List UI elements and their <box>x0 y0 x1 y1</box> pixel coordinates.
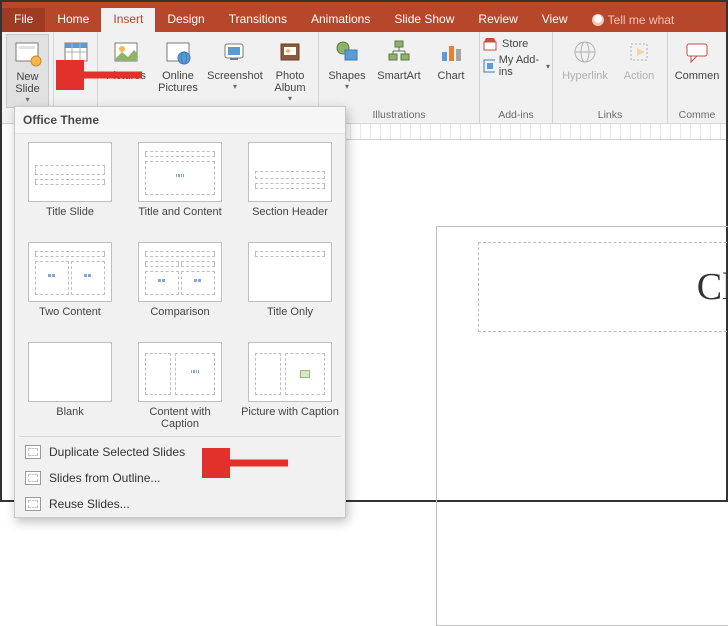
outline-label: Slides from Outline... <box>49 471 160 485</box>
layout-title-slide[interactable]: Title Slide <box>15 134 125 234</box>
layout-title-only[interactable]: Title Only <box>235 234 345 334</box>
addins-icon <box>482 58 495 74</box>
layout-label: Section Header <box>241 206 339 232</box>
tab-slideshow[interactable]: Slide Show <box>382 8 466 32</box>
layout-picture-with-caption[interactable]: Picture with Caption <box>235 334 345 434</box>
new-slide-icon <box>12 37 44 69</box>
dropdown-header: Office Theme <box>15 107 345 134</box>
layout-two-content[interactable]: Two Content <box>15 234 125 334</box>
my-addins-label: My Add-ins <box>499 54 542 78</box>
online-pictures-button[interactable]: Online Pictures <box>152 34 204 96</box>
photo-album-button[interactable]: Photo Album ▾ <box>266 34 314 106</box>
action-button[interactable]: Action <box>615 34 663 84</box>
outline-icon <box>25 471 41 485</box>
title-placeholder[interactable]: Click t <box>478 242 728 332</box>
duplicate-label: Duplicate Selected Slides <box>49 445 185 459</box>
new-slide-dropdown: Office Theme Title Slide Title and Conte… <box>14 106 346 518</box>
comment-icon <box>681 36 713 68</box>
tell-me-label: Tell me what <box>608 13 675 27</box>
tab-design[interactable]: Design <box>155 8 216 32</box>
hyperlink-button[interactable]: Hyperlink <box>557 34 613 84</box>
photo-album-icon <box>274 36 306 68</box>
smartart-label: SmartArt <box>377 70 420 82</box>
tell-me-search[interactable]: Tell me what <box>586 8 681 32</box>
hyperlink-label: Hyperlink <box>562 70 608 82</box>
group-addins-label: Add-ins <box>480 109 552 123</box>
layout-title-and-content[interactable]: Title and Content <box>125 134 235 234</box>
store-button[interactable]: Store <box>482 36 550 52</box>
my-addins-button[interactable]: My Add-ins ▾ <box>482 54 550 78</box>
chevron-down-icon: ▾ <box>25 96 29 105</box>
subtitle-placeholder[interactable]: Click <box>478 352 728 402</box>
tab-review[interactable]: Review <box>466 8 529 32</box>
comment-label: Commen <box>675 70 720 82</box>
layout-label: Two Content <box>21 306 119 332</box>
comment-button[interactable]: Commen <box>672 34 722 84</box>
tab-home[interactable]: Home <box>45 8 101 32</box>
group-links-label: Links <box>553 109 667 123</box>
chart-label: Chart <box>438 70 465 82</box>
layout-label: Title Only <box>241 306 339 332</box>
smartart-button[interactable]: SmartArt <box>373 34 425 84</box>
tab-transitions[interactable]: Transitions <box>217 8 299 32</box>
shapes-label: Shapes <box>328 70 365 82</box>
layout-label: Content with Caption <box>131 406 229 432</box>
online-pictures-label: Online Pictures <box>152 70 204 94</box>
annotation-arrow <box>56 60 146 90</box>
new-slide-button[interactable]: New Slide ▾ <box>6 34 49 108</box>
chart-icon <box>435 36 467 68</box>
group-comments-label: Comme <box>668 109 726 123</box>
chevron-down-icon: ▾ <box>233 83 237 92</box>
screenshot-label: Screenshot <box>207 70 263 82</box>
slides-from-outline-item[interactable]: Slides from Outline... <box>15 465 345 491</box>
hyperlink-icon <box>569 36 601 68</box>
lightbulb-icon <box>592 14 604 26</box>
tab-file[interactable]: File <box>2 8 45 32</box>
layout-label: Blank <box>21 406 119 432</box>
store-label: Store <box>502 38 528 50</box>
layout-label: Title Slide <box>21 206 119 232</box>
shapes-button[interactable]: Shapes ▾ <box>323 34 371 94</box>
reuse-label: Reuse Slides... <box>49 497 130 511</box>
screenshot-icon <box>219 36 251 68</box>
chevron-down-icon: ▾ <box>288 95 292 104</box>
reuse-icon <box>25 497 41 511</box>
tab-animations[interactable]: Animations <box>299 8 382 32</box>
layout-label: Comparison <box>131 306 229 332</box>
layout-comparison[interactable]: Comparison <box>125 234 235 334</box>
photo-album-label: Photo Album <box>266 70 314 94</box>
layout-gallery: Title Slide Title and Content Section He… <box>15 134 345 434</box>
smartart-icon <box>383 36 415 68</box>
ribbon-tabs: File Home Insert Design Transitions Anim… <box>2 8 726 32</box>
chevron-down-icon: ▾ <box>345 83 349 92</box>
duplicate-slides-item[interactable]: Duplicate Selected Slides <box>15 439 345 465</box>
chart-button[interactable]: Chart <box>427 34 475 84</box>
chevron-down-icon: ▾ <box>546 62 550 71</box>
store-icon <box>482 36 498 52</box>
layout-label: Picture with Caption <box>241 406 339 432</box>
online-pictures-icon <box>162 36 194 68</box>
new-slide-label: New Slide <box>7 71 48 95</box>
layout-content-with-caption[interactable]: Content with Caption <box>125 334 235 434</box>
annotation-arrow <box>202 448 292 478</box>
tab-view[interactable]: View <box>530 8 580 32</box>
reuse-slides-item[interactable]: Reuse Slides... <box>15 491 345 517</box>
layout-section-header[interactable]: Section Header <box>235 134 345 234</box>
layout-label: Title and Content <box>131 206 229 232</box>
shapes-icon <box>331 36 363 68</box>
action-icon <box>623 36 655 68</box>
action-label: Action <box>624 70 655 82</box>
tab-insert[interactable]: Insert <box>101 8 155 32</box>
layout-blank[interactable]: Blank <box>15 334 125 434</box>
duplicate-icon <box>25 445 41 459</box>
separator <box>19 436 341 437</box>
screenshot-button[interactable]: Screenshot ▾ <box>206 34 264 94</box>
